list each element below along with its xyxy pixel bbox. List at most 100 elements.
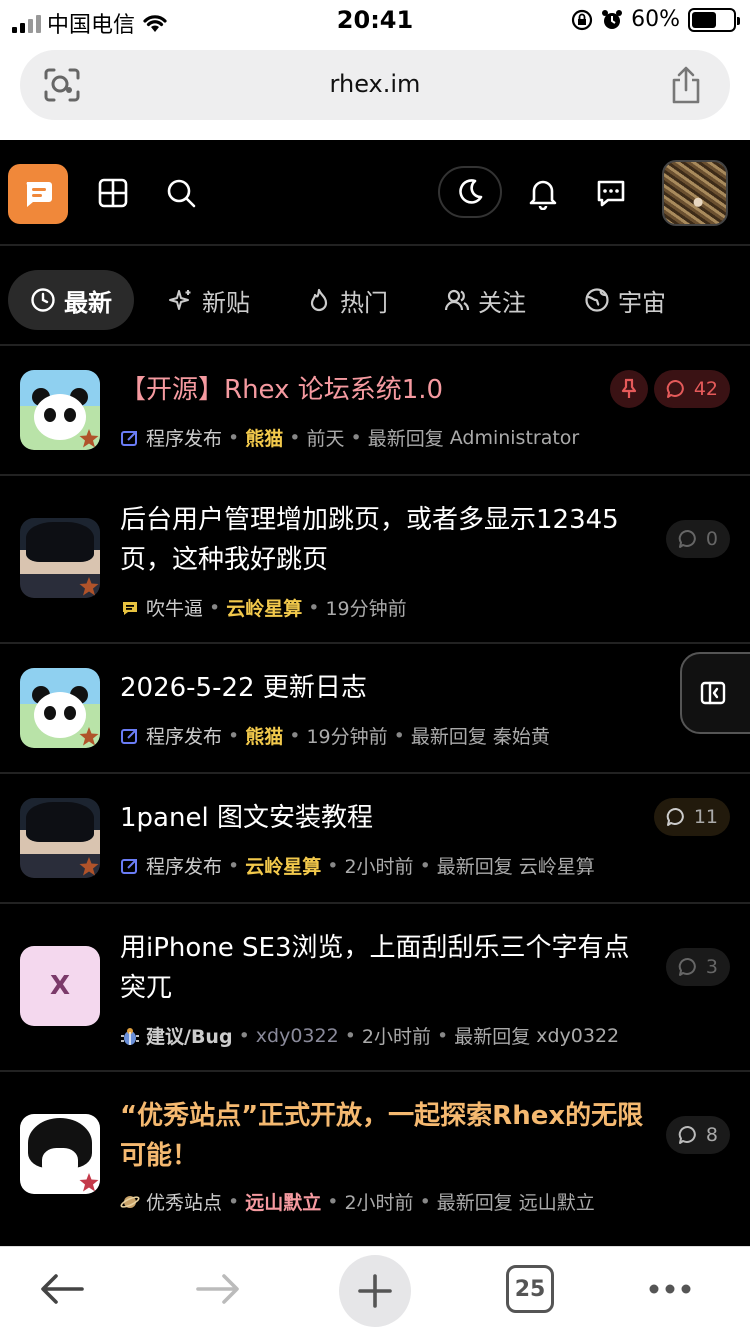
category-link[interactable]: 吹牛逼 bbox=[146, 594, 203, 621]
chat-bubble-icon bbox=[123, 601, 137, 615]
new-tab-button[interactable] bbox=[339, 1255, 411, 1327]
comment-icon bbox=[666, 807, 684, 826]
latest-reply-user[interactable]: Administrator bbox=[450, 427, 580, 449]
latest-reply-user[interactable]: xdy0322 bbox=[536, 1025, 619, 1047]
share-icon[interactable] bbox=[668, 64, 704, 106]
post-title[interactable]: “优秀站点”正式开放，一起探索Rhex的无限可能！ bbox=[120, 1096, 655, 1176]
reply-count: 11 bbox=[693, 806, 718, 828]
post-time: 2小时前 bbox=[361, 1026, 431, 1048]
separator: • bbox=[393, 724, 405, 747]
more-dots-icon bbox=[649, 1284, 691, 1294]
bell-icon[interactable] bbox=[526, 176, 560, 210]
post-meta: 优秀站点 • 远山默立 • 2小时前 • 最新回复 远山默立 bbox=[120, 1188, 595, 1215]
list-item[interactable]: 后台用户管理增加跳页，或者多显示12345页，这种我好跳页 0 吹牛逼 • 云岭… bbox=[0, 476, 750, 644]
address-bar[interactable]: rhex.im bbox=[20, 50, 730, 120]
bug-icon bbox=[121, 1027, 139, 1045]
category-link[interactable]: 程序发布 bbox=[146, 424, 222, 451]
post-title[interactable]: 2026-5-22 更新日志 bbox=[120, 668, 655, 708]
category-link[interactable]: 程序发布 bbox=[146, 852, 222, 879]
post-title[interactable]: 1panel 图文安装教程 bbox=[120, 798, 655, 838]
forward-button[interactable] bbox=[188, 1259, 248, 1319]
post-meta: 建议/Bug • xdy0322 • 2小时前 • 最新回复 xdy0322 bbox=[120, 1022, 619, 1049]
tab-latest[interactable]: 最新 bbox=[8, 270, 134, 330]
reply-count-badge: 0 bbox=[665, 520, 730, 558]
tab-new-posts[interactable]: 新贴 bbox=[168, 270, 250, 330]
clock-icon bbox=[31, 288, 55, 312]
separator: • bbox=[289, 426, 301, 449]
latest-reply-user[interactable]: 远山默立 bbox=[519, 1188, 595, 1215]
separator: • bbox=[228, 724, 240, 747]
site-logo-button[interactable] bbox=[8, 164, 68, 224]
separator: • bbox=[238, 1024, 250, 1047]
post-title[interactable]: 用iPhone SE3浏览，上面刮刮乐三个字有点突兀 bbox=[120, 928, 655, 1008]
tab-universe[interactable]: 宇宙 bbox=[584, 270, 666, 330]
chat-logo-icon bbox=[26, 182, 52, 207]
back-button[interactable] bbox=[32, 1259, 92, 1319]
post-title[interactable]: 后台用户管理增加跳页，或者多显示12345页，这种我好跳页 bbox=[120, 500, 655, 580]
release-icon bbox=[121, 430, 137, 446]
comment-icon bbox=[678, 1125, 696, 1144]
separator: • bbox=[228, 1190, 240, 1213]
list-item[interactable]: 【开源】Rhex 论坛系统1.0 42 程序发布 • 熊猫 • 前天 • 最新回… bbox=[0, 346, 750, 476]
reply-count: 42 bbox=[693, 378, 718, 400]
message-icon[interactable] bbox=[594, 176, 628, 210]
status-bar: 中国电信 20:41 60% bbox=[0, 0, 750, 44]
tab-label: 热门 bbox=[340, 288, 388, 317]
author-link[interactable]: 云岭星算 bbox=[245, 852, 321, 879]
separator: • bbox=[228, 854, 240, 877]
list-item[interactable]: “优秀站点”正式开放，一起探索Rhex的无限可能！ 8 优秀站点 • 远山默立 … bbox=[0, 1072, 750, 1246]
alarm-icon bbox=[602, 9, 623, 29]
site-header bbox=[0, 140, 750, 246]
grid-icon[interactable] bbox=[96, 176, 130, 210]
post-time: 前天 bbox=[306, 428, 345, 450]
category-link[interactable]: 程序发布 bbox=[146, 722, 222, 749]
panel-icon bbox=[700, 681, 726, 705]
side-panel-toggle[interactable] bbox=[680, 652, 750, 734]
list-item[interactable]: 2026-5-22 更新日志 程序发布 • 熊猫 • 19分钟前 • 最新回复 … bbox=[0, 644, 750, 774]
battery-icon bbox=[688, 7, 740, 32]
user-avatar[interactable] bbox=[662, 160, 728, 226]
tab-label: 最新 bbox=[64, 288, 112, 317]
pin-icon bbox=[621, 378, 637, 398]
author-avatar[interactable]: X bbox=[20, 946, 100, 1026]
flower-badge-icon bbox=[79, 577, 99, 596]
url-text[interactable]: rhex.im bbox=[20, 70, 730, 98]
author-link[interactable]: xdy0322 bbox=[256, 1025, 339, 1047]
author-link[interactable]: 熊猫 bbox=[245, 424, 283, 451]
reply-count: 8 bbox=[705, 1124, 718, 1146]
separator: • bbox=[327, 1190, 339, 1213]
theme-toggle-button[interactable] bbox=[438, 166, 502, 218]
category-link[interactable]: 建议/Bug bbox=[146, 1022, 233, 1049]
flower-badge-icon bbox=[79, 429, 99, 448]
latest-reply-label: 最新回复 bbox=[436, 1192, 513, 1214]
tab-hot[interactable]: 热门 bbox=[306, 270, 388, 330]
post-meta: 程序发布 • 熊猫 • 19分钟前 • 最新回复 秦始黄 bbox=[120, 722, 550, 749]
author-link[interactable]: 云岭星算 bbox=[226, 594, 302, 621]
flame-icon bbox=[310, 288, 328, 312]
search-icon[interactable] bbox=[164, 176, 198, 210]
latest-reply-user[interactable]: 秦始黄 bbox=[493, 722, 550, 749]
tabs-button[interactable]: 25 bbox=[506, 1265, 554, 1313]
reply-count-badge: 3 bbox=[665, 948, 730, 986]
category-link[interactable]: 优秀站点 bbox=[146, 1188, 222, 1215]
more-button[interactable] bbox=[640, 1259, 700, 1319]
arrow-left-icon bbox=[41, 1274, 84, 1304]
battery-fill bbox=[692, 11, 716, 28]
users-icon bbox=[444, 289, 470, 311]
separator: • bbox=[209, 596, 221, 619]
author-link[interactable]: 远山默立 bbox=[245, 1188, 321, 1215]
post-title[interactable]: 【开源】Rhex 论坛系统1.0 bbox=[120, 370, 655, 410]
latest-reply-label: 最新回复 bbox=[436, 856, 513, 878]
rotation-lock-icon bbox=[571, 9, 593, 30]
reply-count-badge: 42 bbox=[653, 370, 730, 408]
tab-following[interactable]: 关注 bbox=[444, 270, 526, 330]
latest-reply-user[interactable]: 云岭星算 bbox=[519, 852, 595, 879]
list-item[interactable]: X 用iPhone SE3浏览，上面刮刮乐三个字有点突兀 3 建议/Bug • … bbox=[0, 904, 750, 1072]
separator: • bbox=[289, 724, 301, 747]
reply-count-badge: 11 bbox=[653, 798, 730, 836]
post-meta: 程序发布 • 熊猫 • 前天 • 最新回复 Administrator bbox=[120, 424, 579, 451]
list-item[interactable]: 1panel 图文安装教程 11 程序发布 • 云岭星算 • 2小时前 • 最新… bbox=[0, 774, 750, 904]
author-link[interactable]: 熊猫 bbox=[245, 722, 283, 749]
comment-icon bbox=[678, 529, 696, 548]
release-icon bbox=[121, 728, 137, 744]
